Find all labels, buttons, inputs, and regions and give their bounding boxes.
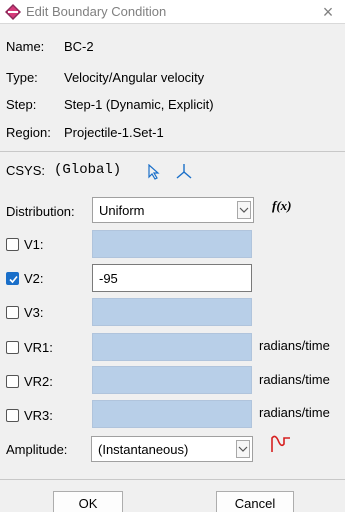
- v2-checkbox[interactable]: [6, 272, 19, 285]
- vr3-input[interactable]: [92, 400, 252, 428]
- v2-input[interactable]: -95: [92, 264, 252, 292]
- ok-button[interactable]: OK: [53, 491, 123, 512]
- type-label: Type:: [6, 70, 38, 85]
- v1-input[interactable]: [92, 230, 252, 258]
- distribution-value: Uniform: [99, 203, 145, 218]
- v3-input[interactable]: [92, 298, 252, 326]
- chevron-down-icon: [237, 201, 251, 219]
- separator: [0, 151, 345, 152]
- vr2-input[interactable]: [92, 366, 252, 394]
- separator: [0, 479, 345, 480]
- vr1-input[interactable]: [92, 333, 252, 361]
- step-label: Step:: [6, 97, 37, 112]
- abaqus-app-icon: [5, 4, 21, 20]
- csys-value: (Global): [54, 162, 122, 178]
- vr3-checkbox[interactable]: [6, 409, 19, 422]
- step-value: Step-1 (Dynamic, Explicit): [64, 97, 214, 112]
- csys-axes-icon[interactable]: [176, 163, 192, 179]
- vr1-checkbox[interactable]: [6, 341, 19, 354]
- chevron-down-icon: [236, 440, 250, 458]
- cancel-button[interactable]: Cancel: [216, 491, 294, 512]
- function-icon[interactable]: f(x): [272, 198, 292, 214]
- v3-label: V3:: [24, 305, 44, 320]
- csys-label: CSYS:: [6, 163, 46, 178]
- name-label: Name:: [6, 39, 45, 54]
- vr1-label: VR1:: [24, 340, 53, 355]
- distribution-label: Distribution:: [6, 204, 75, 219]
- v2-value: -95: [99, 271, 118, 286]
- name-value: BC-2: [64, 39, 94, 54]
- v3-checkbox[interactable]: [6, 306, 19, 319]
- v2-label: V2:: [24, 271, 44, 286]
- amplitude-select[interactable]: (Instantaneous): [91, 436, 253, 462]
- close-button[interactable]: ×: [317, 1, 339, 23]
- vr3-label: VR3:: [24, 408, 53, 423]
- v1-label: V1:: [24, 237, 44, 252]
- vr2-label: VR2:: [24, 374, 53, 389]
- amplitude-value: (Instantaneous): [98, 442, 189, 457]
- window-title: Edit Boundary Condition: [26, 4, 167, 19]
- v1-checkbox[interactable]: [6, 238, 19, 251]
- region-label: Region:: [6, 125, 51, 140]
- distribution-select[interactable]: Uniform: [92, 197, 254, 223]
- region-value: Projectile-1.Set-1: [64, 125, 164, 140]
- title-bar: Edit Boundary Condition ×: [0, 0, 345, 24]
- vr3-units: radians/time: [259, 405, 330, 420]
- arrow-cursor-icon[interactable]: [147, 164, 163, 180]
- vr2-checkbox[interactable]: [6, 375, 19, 388]
- vr1-units: radians/time: [259, 338, 330, 353]
- amplitude-icon[interactable]: [270, 434, 292, 454]
- vr2-units: radians/time: [259, 372, 330, 387]
- type-value: Velocity/Angular velocity: [64, 70, 205, 85]
- amplitude-label: Amplitude:: [6, 442, 68, 457]
